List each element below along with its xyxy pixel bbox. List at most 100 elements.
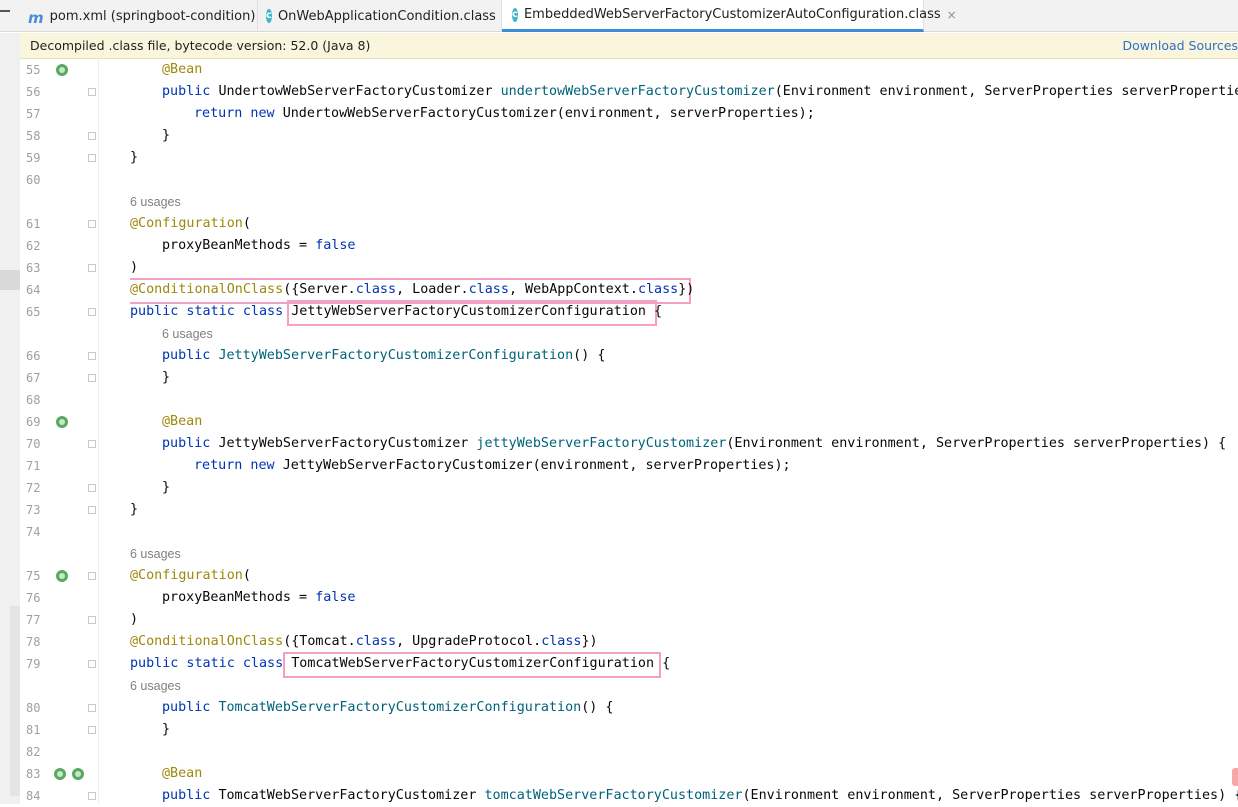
code-line[interactable]: public TomcatWebServerFactoryCustomizerC… <box>162 697 613 719</box>
fold-marker-icon[interactable] <box>88 440 96 448</box>
code-line[interactable]: ) <box>130 257 138 279</box>
close-icon[interactable]: × <box>947 8 957 22</box>
method-token: TomcatWebServerFactoryCustomizerConfigur… <box>218 700 582 715</box>
spring-bean-icon[interactable] <box>54 768 66 780</box>
line-number: 69 <box>26 415 41 429</box>
fold-marker-icon[interactable] <box>88 154 96 162</box>
code-line[interactable]: } <box>162 719 170 741</box>
code-token: , Loader. <box>396 282 469 297</box>
fold-marker-icon[interactable] <box>88 220 96 228</box>
method-token: JettyWebServerFactoryCustomizerConfigura… <box>218 348 574 363</box>
code-line[interactable]: @Bean <box>162 411 202 433</box>
line-number: 73 <box>26 503 41 517</box>
line-number: 63 <box>26 261 41 275</box>
code-token: , UpgradeProtocol. <box>396 634 542 649</box>
code-token: } <box>162 370 171 385</box>
code-line[interactable]: proxyBeanMethods = false <box>162 587 356 609</box>
annotation-token: @ConditionalOnClass <box>130 282 284 297</box>
collapse-icon[interactable] <box>0 10 10 13</box>
line-number: 81 <box>26 723 41 737</box>
code-token: (Environment environment, ServerProperti… <box>726 436 1227 451</box>
usages-hint[interactable]: 6 usages <box>130 675 181 697</box>
code-line[interactable]: @ConditionalOnClass({Tomcat.class, Upgra… <box>130 631 598 653</box>
spring-bean-icon[interactable] <box>56 416 68 428</box>
fold-marker-icon[interactable] <box>88 264 96 272</box>
code-token: ( <box>242 568 251 583</box>
keyword-token: false <box>315 238 356 253</box>
code-line[interactable]: return new JettyWebServerFactoryCustomiz… <box>194 455 791 477</box>
usages-label[interactable]: 6 usages <box>162 327 213 341</box>
code-line[interactable]: public static class TomcatWebServerFacto… <box>130 653 670 675</box>
code-token: }) <box>581 634 598 649</box>
code-line[interactable]: @Configuration( <box>130 565 251 587</box>
method-token: jettyWebServerFactoryCustomizer <box>476 436 727 451</box>
tab-pom-xml[interactable]: m pom.xml (springboot-condition) <box>24 0 258 32</box>
code-line[interactable]: @Configuration( <box>130 213 251 235</box>
code-line[interactable]: public JettyWebServerFactoryCustomizerCo… <box>162 345 605 367</box>
line-number: 68 <box>26 393 41 407</box>
code-line[interactable]: public TomcatWebServerFactoryCustomizer … <box>162 785 1238 804</box>
code-line[interactable]: public JettyWebServerFactoryCustomizer j… <box>162 433 1226 455</box>
fold-marker-icon[interactable] <box>88 726 96 734</box>
line-number: 58 <box>26 129 41 143</box>
code-token: UndertowWebServerFactoryCustomizer <box>218 84 501 99</box>
code-editor[interactable]: @Bean public UndertowWebServerFactoryCust… <box>130 59 1238 804</box>
spring-bean-icon[interactable] <box>56 570 68 582</box>
fold-marker-icon[interactable] <box>88 88 96 96</box>
code-token: }) <box>678 282 695 297</box>
tab-onwebapplicationcondition[interactable]: c OnWebApplicationCondition.class × <box>258 0 512 32</box>
code-token: proxyBeanMethods = <box>162 238 316 253</box>
code-token: TomcatWebServerFactoryCustomizer <box>218 788 485 803</box>
usages-hint[interactable]: 6 usages <box>162 323 213 345</box>
keyword-token: public <box>162 436 219 451</box>
method-token: undertowWebServerFactoryCustomizer <box>500 84 775 99</box>
code-line[interactable]: @Bean <box>162 59 202 81</box>
line-number: 79 <box>26 657 41 671</box>
annotation-token: @Configuration <box>130 216 243 231</box>
code-line[interactable]: } <box>162 125 170 147</box>
code-line[interactable]: @ConditionalOnClass({Server.class, Loade… <box>130 279 694 301</box>
usages-label[interactable]: 6 usages <box>130 547 181 561</box>
keyword-token: class <box>355 282 397 297</box>
code-line[interactable]: return new UndertowWebServerFactoryCusto… <box>194 103 815 125</box>
fold-marker-icon[interactable] <box>88 616 96 624</box>
code-line[interactable]: } <box>162 367 170 389</box>
fold-marker-icon[interactable] <box>88 484 96 492</box>
line-number: 76 <box>26 591 41 605</box>
tab-embeddedwebserver[interactable]: c EmbeddedWebServerFactoryCustomizerAuto… <box>502 0 957 32</box>
code-token: } <box>162 722 171 737</box>
usages-hint[interactable]: 6 usages <box>130 543 181 565</box>
code-line[interactable]: public UndertowWebServerFactoryCustomize… <box>162 81 1238 103</box>
code-token: ({Server. <box>283 282 356 297</box>
code-line[interactable]: } <box>130 147 138 169</box>
keyword-token: public static class <box>130 304 292 319</box>
usages-label[interactable]: 6 usages <box>130 679 181 693</box>
code-token: } <box>162 128 171 143</box>
code-line[interactable]: public static class JettyWebServerFactor… <box>130 301 662 323</box>
code-line[interactable]: } <box>162 477 170 499</box>
code-token: } <box>130 502 139 517</box>
line-number: 64 <box>26 283 41 297</box>
fold-marker-icon[interactable] <box>88 374 96 382</box>
fold-marker-icon[interactable] <box>88 308 96 316</box>
code-line[interactable]: proxyBeanMethods = false <box>162 235 356 257</box>
download-sources-link[interactable]: Download Sources <box>1122 38 1238 53</box>
usages-hint[interactable]: 6 usages <box>130 191 181 213</box>
fold-marker-icon[interactable] <box>88 660 96 668</box>
keyword-token: class <box>541 634 582 649</box>
code-line[interactable]: ) <box>130 609 138 631</box>
code-token: () { <box>581 700 614 715</box>
fold-marker-icon[interactable] <box>88 704 96 712</box>
fold-marker-icon[interactable] <box>88 792 96 800</box>
usages-label[interactable]: 6 usages <box>130 195 181 209</box>
error-stripe-marker[interactable] <box>1232 768 1238 786</box>
fold-marker-icon[interactable] <box>88 506 96 514</box>
fold-marker-icon[interactable] <box>88 132 96 140</box>
spring-bean-icon[interactable] <box>72 768 84 780</box>
fold-marker-icon[interactable] <box>88 352 96 360</box>
fold-marker-icon[interactable] <box>88 572 96 580</box>
spring-bean-icon[interactable] <box>56 64 68 76</box>
code-line[interactable]: @Bean <box>162 763 202 785</box>
code-line[interactable]: } <box>130 499 138 521</box>
code-token: ( <box>242 216 251 231</box>
